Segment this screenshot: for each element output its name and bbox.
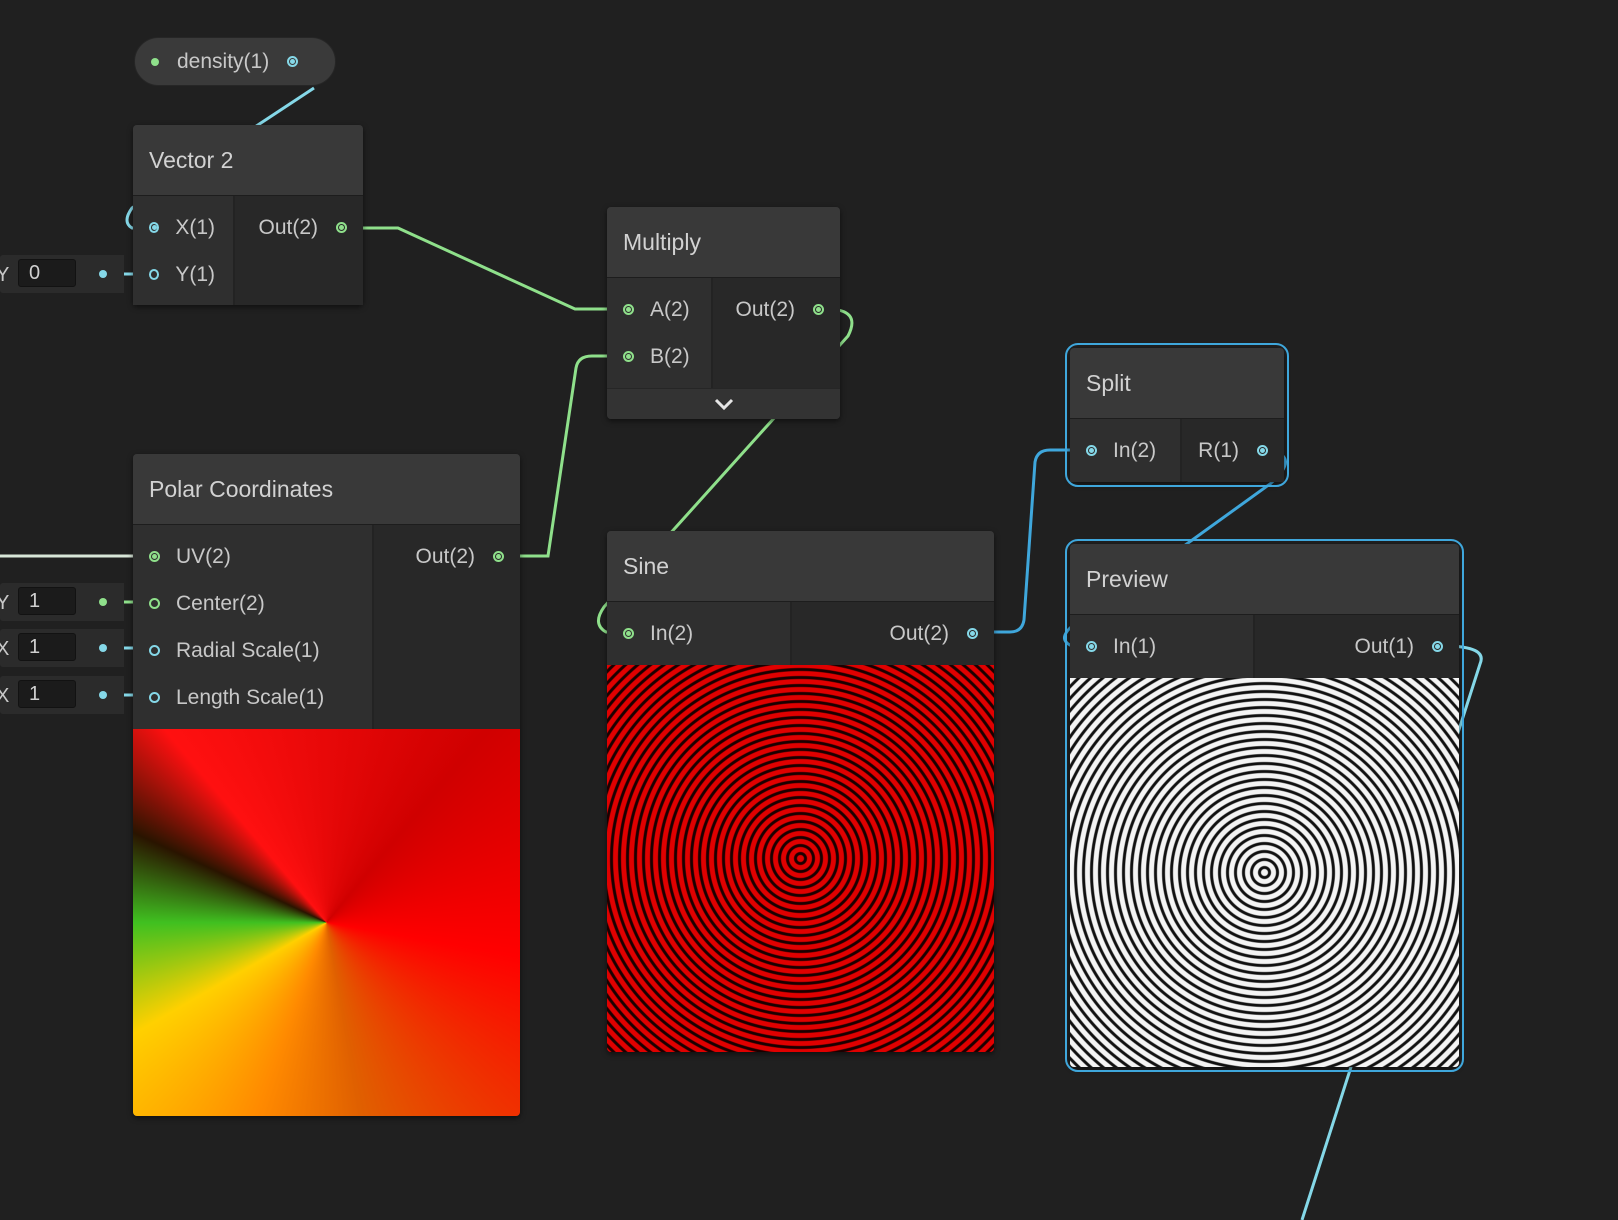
input-port-y[interactable]: Y(1) [133, 251, 233, 298]
port-icon[interactable] [1257, 445, 1268, 456]
value-field[interactable]: 0 [18, 259, 76, 287]
port-icon[interactable] [149, 222, 160, 233]
chevron-down-icon [714, 398, 733, 411]
axis-label: X [0, 685, 10, 707]
input-port-in[interactable]: In(2) [1070, 427, 1180, 474]
output-port-out[interactable]: Out(2) [374, 533, 520, 580]
radial-scale-default-value[interactable]: X 1 [0, 629, 124, 667]
vector2-node[interactable]: Vector 2 X(1) Y(1) Out(2) [133, 125, 363, 305]
value-field[interactable]: 1 [18, 587, 76, 615]
input-port-in[interactable]: In(1) [1070, 623, 1253, 670]
port-label: Out(2) [258, 215, 318, 239]
port-label: Length Scale(1) [176, 685, 325, 709]
port-icon[interactable] [1086, 445, 1097, 456]
connector-dot-icon [99, 598, 107, 606]
port-label: Out(2) [889, 621, 949, 645]
cyan-port-icon[interactable] [287, 56, 299, 67]
port-icon[interactable] [493, 551, 504, 562]
node-title[interactable]: Preview [1070, 544, 1459, 615]
wire-polar-to-multiply [506, 354, 622, 558]
port-label: Out(1) [1354, 634, 1414, 658]
input-port-center[interactable]: Center(2) [133, 580, 372, 627]
axis-label: X [0, 638, 10, 660]
input-port-length-scale[interactable]: Length Scale(1) [133, 674, 372, 721]
axis-label: Y [0, 592, 10, 614]
port-icon[interactable] [967, 628, 978, 639]
connector-dot-icon [99, 270, 107, 278]
connector-dot-icon [99, 691, 107, 699]
input-port-uv[interactable]: UV(2) [133, 533, 372, 580]
property-label: density(1) [177, 49, 270, 73]
port-icon[interactable] [623, 628, 634, 639]
port-label: In(2) [1113, 438, 1157, 462]
output-port-out[interactable]: Out(2) [792, 610, 994, 657]
port-label: Y(1) [175, 262, 215, 286]
input-port-b[interactable]: B(2) [607, 333, 711, 380]
length-scale-default-value[interactable]: X 1 [0, 676, 124, 714]
port-icon[interactable] [149, 269, 160, 280]
port-label: In(1) [1113, 634, 1157, 658]
y-default-value[interactable]: Y 0 [0, 255, 124, 293]
port-label: R(1) [1198, 438, 1239, 462]
property-indicator-icon [151, 57, 159, 66]
axis-label: Y [0, 264, 10, 286]
sine-preview-image [607, 665, 994, 1052]
node-title[interactable]: Sine [607, 531, 994, 602]
output-port-out[interactable]: Out(1) [1255, 623, 1459, 670]
port-icon[interactable] [149, 598, 160, 609]
port-icon[interactable] [813, 304, 824, 315]
port-label: X(1) [175, 215, 215, 239]
port-icon[interactable] [336, 222, 347, 233]
output-port-r[interactable]: R(1) [1182, 427, 1284, 474]
multiply-node[interactable]: Multiply A(2) B(2) Out(2) [607, 207, 840, 419]
input-port-x[interactable]: X(1) [133, 204, 233, 251]
input-port-in[interactable]: In(2) [607, 610, 790, 657]
port-label: Out(2) [415, 544, 475, 568]
center-default-value[interactable]: Y 1 [0, 583, 124, 621]
polar-preview-image [133, 729, 520, 1116]
sine-node[interactable]: Sine In(2) Out(2) [607, 531, 994, 1052]
port-label: Radial Scale(1) [176, 638, 320, 662]
output-port-out[interactable]: Out(2) [713, 286, 840, 333]
preview-node[interactable]: Preview In(1) Out(1) [1065, 539, 1464, 1072]
port-label: A(2) [650, 297, 690, 321]
connector-dot-icon [99, 644, 107, 652]
port-label: B(2) [650, 344, 690, 368]
port-icon[interactable] [623, 351, 634, 362]
wire-vector2-to-multiply [350, 226, 622, 311]
port-icon[interactable] [149, 692, 160, 703]
value-field[interactable]: 1 [18, 633, 76, 661]
node-title[interactable]: Multiply [607, 207, 840, 278]
input-port-radial-scale[interactable]: Radial Scale(1) [133, 627, 372, 674]
value-field[interactable]: 1 [18, 680, 76, 708]
port-icon[interactable] [1432, 641, 1443, 652]
polar-coordinates-node[interactable]: Polar Coordinates UV(2) Center(2) Radial… [133, 454, 520, 1116]
port-label: In(2) [650, 621, 694, 645]
node-title[interactable]: Vector 2 [133, 125, 363, 196]
preview-output-image [1070, 678, 1459, 1067]
port-icon[interactable] [1086, 641, 1097, 652]
output-port-out[interactable]: Out(2) [235, 204, 363, 251]
port-label: Center(2) [176, 591, 265, 615]
expand-toggle-button[interactable] [607, 388, 840, 419]
port-icon[interactable] [623, 304, 634, 315]
port-label: UV(2) [176, 544, 231, 568]
node-title[interactable]: Split [1070, 348, 1284, 419]
node-title[interactable]: Polar Coordinates [133, 454, 520, 525]
split-node[interactable]: Split In(2) R(1) [1065, 343, 1289, 487]
input-port-a[interactable]: A(2) [607, 286, 711, 333]
port-icon[interactable] [149, 645, 160, 656]
port-icon[interactable] [149, 551, 160, 562]
port-label: Out(2) [735, 297, 795, 321]
density-property-node[interactable]: density(1) [134, 37, 336, 86]
